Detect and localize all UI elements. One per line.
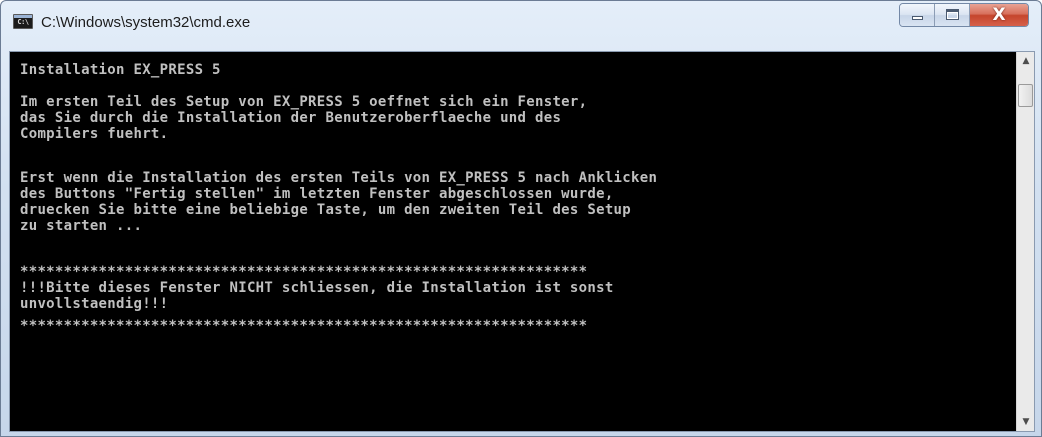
scroll-up-arrow-icon[interactable]: ▲ (1017, 52, 1035, 70)
console-line: des Buttons "Fertig stellen" im letzten … (20, 186, 614, 202)
console-output[interactable]: Installation EX_PRESS 5 Im ersten Teil d… (10, 52, 1016, 431)
cmd-icon[interactable]: C:\ (13, 14, 33, 29)
console-line: das Sie durch die Installation der Benut… (20, 110, 562, 126)
window-title: C:\Windows\system32\cmd.exe (41, 14, 251, 31)
console-warning-line: unvollstaendig!!! (20, 296, 169, 312)
title-bar[interactable]: C:\ C:\Windows\system32\cmd.exe X (1, 1, 1041, 43)
minimize-button[interactable] (900, 4, 935, 26)
minimize-icon (912, 16, 923, 20)
vertical-scrollbar[interactable]: ▲ ▼ (1016, 52, 1034, 431)
caption-buttons: X (899, 3, 1029, 27)
console-client-area: Installation EX_PRESS 5 Im ersten Teil d… (9, 51, 1035, 432)
console-separator: ****************************************… (20, 318, 588, 334)
console-line: zu starten ... (20, 218, 143, 234)
console-line: Im ersten Teil des Setup von EX_PRESS 5 … (20, 94, 588, 110)
console-separator: ****************************************… (20, 264, 588, 280)
console-line: Erst wenn die Installation des ersten Te… (20, 170, 658, 186)
console-line: Compilers fuehrt. (20, 126, 169, 142)
console-line: druecken Sie bitte eine beliebige Taste,… (20, 202, 632, 218)
maximize-button[interactable] (935, 4, 970, 26)
console-line: Installation EX_PRESS 5 (20, 62, 221, 78)
console-warning-line: !!!Bitte dieses Fenster NICHT schliessen… (20, 280, 614, 296)
scroll-down-arrow-icon[interactable]: ▼ (1017, 413, 1035, 431)
scrollbar-thumb[interactable] (1018, 84, 1033, 107)
close-icon: X (992, 5, 1006, 25)
maximize-icon (946, 9, 959, 20)
cmd-window: C:\ C:\Windows\system32\cmd.exe X Instal… (0, 0, 1042, 437)
close-button[interactable]: X (970, 4, 1028, 26)
